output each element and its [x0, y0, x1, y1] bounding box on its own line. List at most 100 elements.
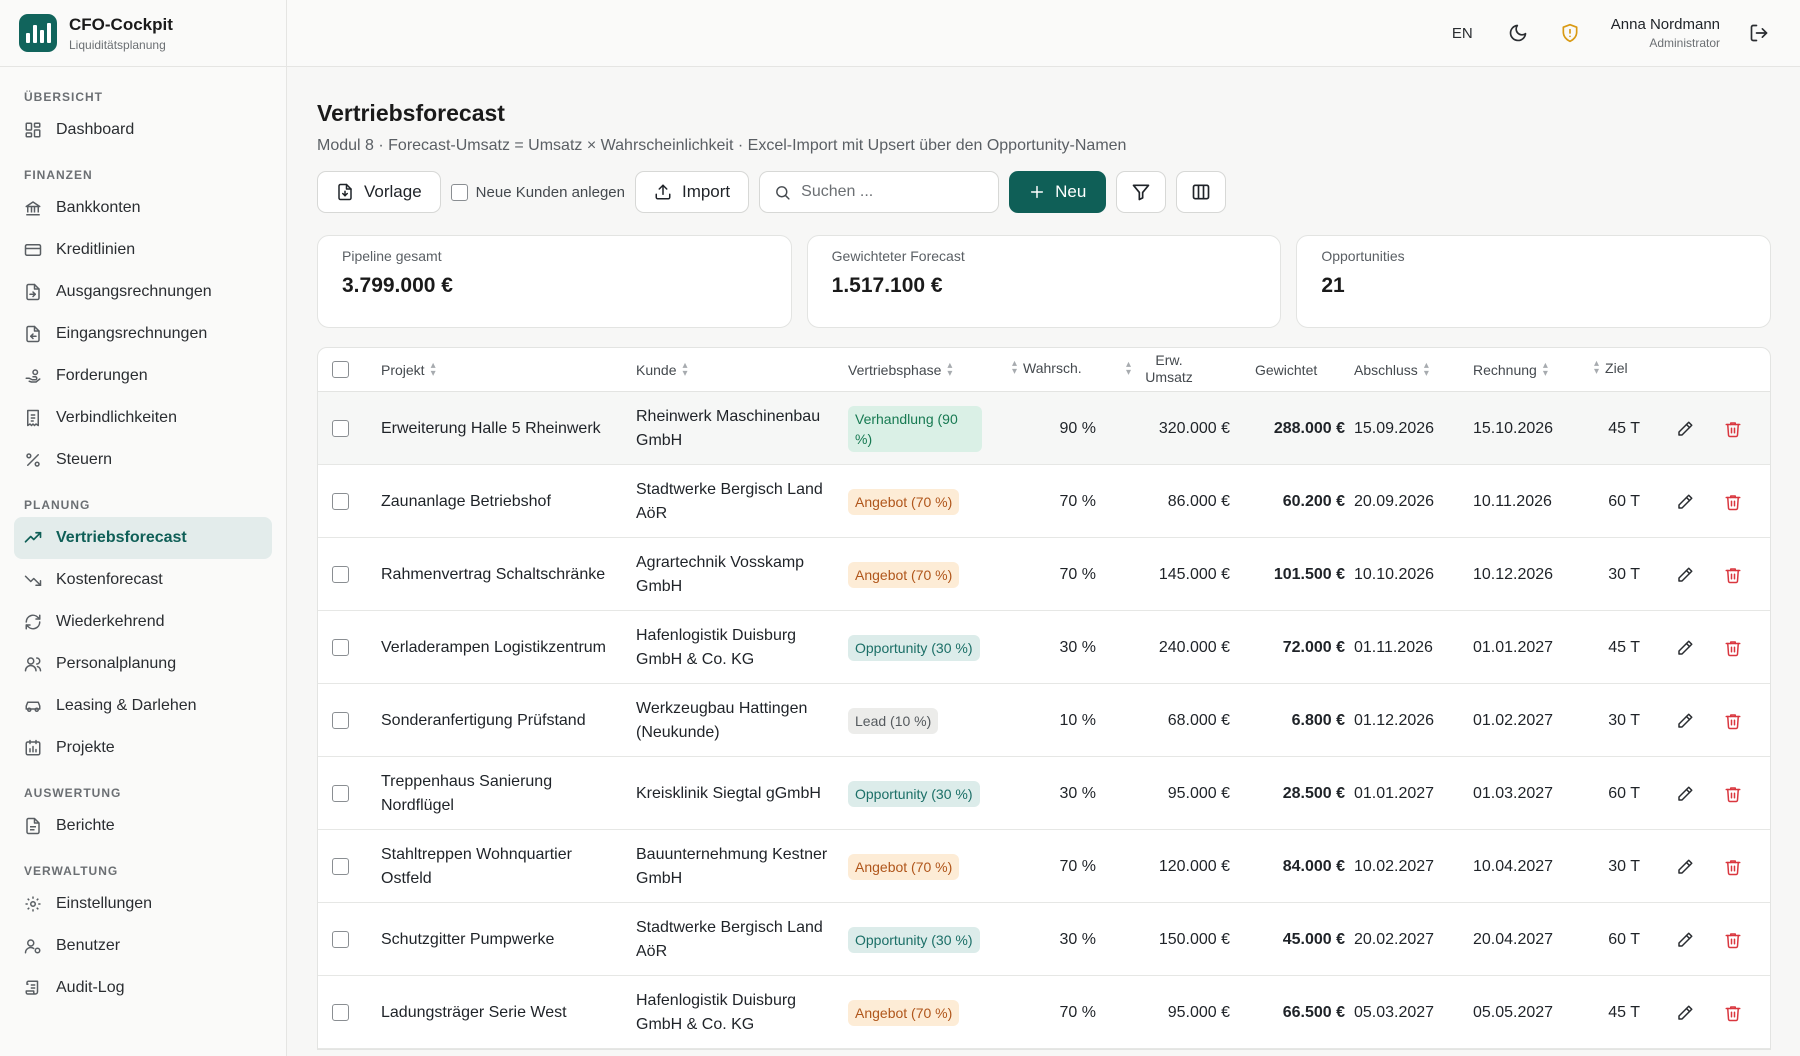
search-box[interactable]	[759, 171, 1000, 213]
row-checkbox[interactable]	[332, 493, 349, 510]
cell-projekt[interactable]: Rahmenvertrag Schaltschränke	[381, 538, 611, 611]
brand[interactable]: CFO-Cockpit Liquiditätsplanung	[0, 0, 286, 67]
delete-icon[interactable]	[1724, 757, 1742, 830]
header-projekt[interactable]: Projekt ▴ ▾	[381, 361, 436, 379]
cell-projekt[interactable]: Ladungsträger Serie West	[381, 976, 611, 1049]
weighted-revenue: 28.500 €	[1282, 784, 1345, 802]
shield-alert-icon[interactable]	[1559, 22, 1581, 44]
row-checkbox[interactable]	[332, 639, 349, 656]
columns-button[interactable]	[1176, 171, 1227, 213]
edit-icon[interactable]	[1676, 830, 1694, 903]
edit-icon[interactable]	[1676, 611, 1694, 684]
delete-icon[interactable]	[1724, 903, 1742, 976]
header-umsatz[interactable]: ▴ ▾ Erw. Umsatz	[1126, 352, 1230, 386]
delete-icon[interactable]	[1724, 976, 1742, 1049]
table-row[interactable]: Zaunanlage Betriebshof Stadtwerke Bergis…	[318, 465, 1770, 538]
nav-section-heading: AUSWERTUNG	[24, 786, 122, 800]
delete-icon[interactable]	[1724, 684, 1742, 757]
sidebar-item-leasing-darlehen[interactable]: Leasing & Darlehen	[14, 685, 272, 727]
delete-icon[interactable]	[1724, 465, 1742, 538]
header-ziel[interactable]: ▴ ▾ Ziel	[1594, 359, 1628, 377]
delete-icon[interactable]	[1724, 538, 1742, 611]
invoice-date: 10.04.2027	[1473, 857, 1554, 875]
delete-icon[interactable]	[1724, 392, 1742, 465]
filter-button[interactable]	[1116, 171, 1167, 213]
header-kunde[interactable]: Kunde ▴ ▾	[636, 361, 688, 379]
expected-revenue: 68.000 €	[1167, 711, 1230, 729]
sidebar-item-ausgangsrechnungen[interactable]: Ausgangsrechnungen	[14, 271, 272, 313]
select-all-checkbox[interactable]	[332, 361, 349, 378]
new-customers-checkbox[interactable]	[450, 183, 468, 201]
sidebar-item-vertriebsforecast[interactable]: Vertriebsforecast	[14, 517, 272, 559]
row-checkbox[interactable]	[332, 712, 349, 729]
sidebar-item-label: Verbindlichkeiten	[56, 409, 177, 426]
weighted-revenue: 84.000 €	[1282, 857, 1345, 875]
sidebar-item-verbindlichkeiten[interactable]: Verbindlichkeiten	[14, 397, 272, 439]
table-row[interactable]: Rahmenvertrag Schaltschränke Agrartechni…	[318, 538, 1770, 611]
user-info[interactable]: Anna Nordmann Administrator	[1611, 16, 1720, 50]
edit-icon[interactable]	[1676, 465, 1694, 538]
row-checkbox[interactable]	[332, 420, 349, 437]
cell-projekt[interactable]: Stahltreppen Wohnquartier Ostfeld	[381, 830, 611, 903]
sidebar-item-benutzer[interactable]: Benutzer	[14, 925, 272, 967]
edit-icon[interactable]	[1676, 903, 1694, 976]
sidebar-item-wiederkehrend[interactable]: Wiederkehrend	[14, 601, 272, 643]
sidebar-item-einstellungen[interactable]: Einstellungen	[14, 883, 272, 925]
delete-icon[interactable]	[1724, 611, 1742, 684]
sidebar-item-bankkonten[interactable]: Bankkonten	[14, 187, 272, 229]
cell-projekt[interactable]: Verladerampen Logistikzentrum	[381, 611, 611, 684]
close-date: 01.01.2027	[1354, 784, 1435, 802]
sidebar-item-berichte[interactable]: Berichte	[14, 805, 272, 847]
row-checkbox[interactable]	[332, 858, 349, 875]
template-button[interactable]: Vorlage	[317, 171, 441, 213]
cell-umsatz: 86.000 €	[1108, 465, 1230, 538]
language-toggle[interactable]: EN	[1452, 25, 1473, 42]
header-abschluss[interactable]: Abschluss ▴ ▾	[1354, 361, 1429, 379]
new-button[interactable]: Neu	[1009, 171, 1107, 213]
edit-icon[interactable]	[1676, 684, 1694, 757]
edit-icon[interactable]	[1676, 392, 1694, 465]
dark-mode-moon-icon[interactable]	[1507, 22, 1529, 44]
search-input[interactable]	[801, 183, 982, 201]
logout-icon[interactable]	[1748, 22, 1770, 44]
table-row[interactable]: Treppenhaus Sanierung Nordflügel Kreiskl…	[318, 757, 1770, 830]
kpi-card-pipeline: Pipeline gesamt 3.799.000 €	[317, 235, 792, 328]
header-rechnung[interactable]: Rechnung ▴ ▾	[1473, 361, 1548, 379]
sidebar-item-dashboard[interactable]: Dashboard	[14, 109, 272, 151]
weighted-revenue: 101.500 €	[1273, 565, 1345, 583]
table-row[interactable]: Sonderanfertigung Prüfstand Werkzeugbau …	[318, 684, 1770, 757]
row-checkbox[interactable]	[332, 931, 349, 948]
sidebar-item-projekte[interactable]: Projekte	[14, 727, 272, 769]
cell-projekt[interactable]: Zaunanlage Betriebshof	[381, 465, 611, 538]
header-phase[interactable]: Vertriebsphase ▴ ▾	[848, 361, 952, 379]
table-row[interactable]: Ladungsträger Serie West Hafenlogistik D…	[318, 976, 1770, 1049]
row-checkbox[interactable]	[332, 785, 349, 802]
sidebar-item-personalplanung[interactable]: Personalplanung	[14, 643, 272, 685]
table-row[interactable]: Verladerampen Logistikzentrum Hafenlogis…	[318, 611, 1770, 684]
new-customers-option[interactable]: Neue Kunden anlegen	[450, 183, 625, 201]
edit-icon[interactable]	[1676, 538, 1694, 611]
edit-icon[interactable]	[1676, 976, 1694, 1049]
row-checkbox[interactable]	[332, 566, 349, 583]
row-checkbox-cell	[332, 538, 352, 611]
table-row[interactable]: Schutzgitter Pumpwerke Stadtwerke Bergis…	[318, 903, 1770, 976]
cell-projekt[interactable]: Erweiterung Halle 5 Rheinwerk	[381, 392, 611, 465]
sidebar-item-kostenforecast[interactable]: Kostenforecast	[14, 559, 272, 601]
header-gewichtet[interactable]: Gewichtet	[1255, 362, 1317, 378]
cell-projekt[interactable]: Sonderanfertigung Prüfstand	[381, 684, 611, 757]
row-checkbox[interactable]	[332, 1004, 349, 1021]
cell-ziel: 60 T	[1588, 757, 1640, 830]
table-row[interactable]: Stahltreppen Wohnquartier Ostfeld Bauunt…	[318, 830, 1770, 903]
import-button[interactable]: Import	[634, 171, 750, 213]
cell-projekt[interactable]: Treppenhaus Sanierung Nordflügel	[381, 757, 611, 830]
header-wahrsch[interactable]: ▴ ▾ Wahrsch.	[1012, 359, 1082, 377]
table-row[interactable]: Erweiterung Halle 5 Rheinwerk Rheinwerk …	[318, 392, 1770, 465]
cell-projekt[interactable]: Schutzgitter Pumpwerke	[381, 903, 611, 976]
sidebar-item-forderungen[interactable]: Forderungen	[14, 355, 272, 397]
sidebar-item-kreditlinien[interactable]: Kreditlinien	[14, 229, 272, 271]
sidebar-item-eingangsrechnungen[interactable]: Eingangsrechnungen	[14, 313, 272, 355]
delete-icon[interactable]	[1724, 830, 1742, 903]
edit-icon[interactable]	[1676, 757, 1694, 830]
sidebar-item-steuern[interactable]: Steuern	[14, 439, 272, 481]
sidebar-item-audit-log[interactable]: Audit-Log	[14, 967, 272, 1009]
